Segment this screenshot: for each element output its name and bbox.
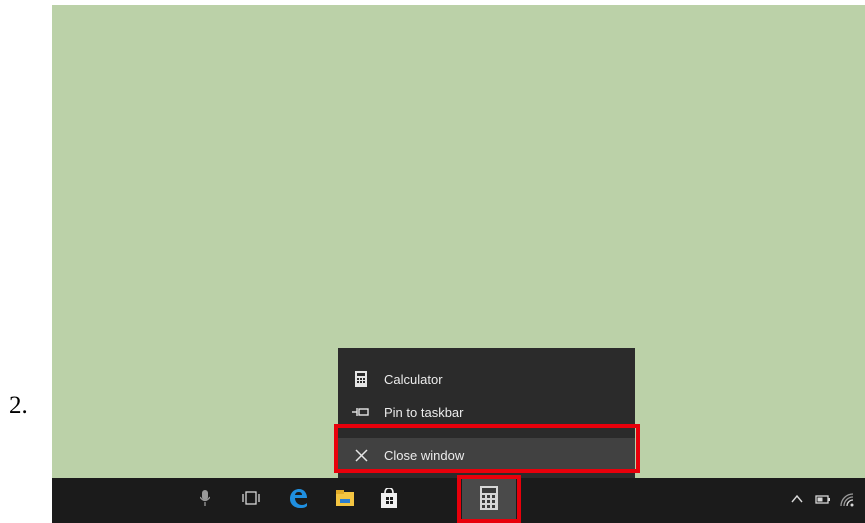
desktop: Calculator Pin to taskbar Close window [52, 5, 865, 523]
jumplist-item-label: Close window [384, 447, 465, 463]
edge-icon [287, 487, 309, 514]
pin-icon [338, 407, 384, 417]
taskbar-cortana-microphone[interactable] [184, 478, 226, 523]
taskbar-task-view[interactable] [230, 478, 272, 523]
jumplist-item-label: Calculator [384, 371, 443, 387]
jumplist-item-pin-to-taskbar[interactable]: Pin to taskbar [338, 395, 635, 429]
store-icon [380, 487, 398, 513]
taskbar-edge[interactable] [277, 478, 319, 523]
wifi-icon[interactable] [839, 492, 855, 513]
file-explorer-icon [336, 490, 354, 511]
jumplist-item-calculator[interactable]: Calculator [338, 362, 635, 396]
chevron-up-icon[interactable] [791, 492, 803, 511]
system-tray [785, 478, 865, 523]
jumplist-item-label: Pin to taskbar [384, 404, 464, 420]
step-number: 2. [9, 392, 28, 419]
taskbar-store[interactable] [368, 478, 410, 523]
battery-icon[interactable] [815, 492, 831, 511]
taskbar [52, 478, 865, 523]
microphone-icon [199, 490, 211, 511]
jumplist-item-close-window[interactable]: Close window [338, 438, 635, 472]
close-icon [338, 448, 384, 462]
calculator-icon [480, 486, 498, 515]
taskbar-file-explorer[interactable] [324, 478, 366, 523]
task-view-icon [242, 491, 260, 510]
taskbar-calculator[interactable] [462, 478, 516, 523]
taskbar-jump-list: Calculator Pin to taskbar Close window [338, 348, 635, 478]
calculator-icon [338, 371, 384, 387]
